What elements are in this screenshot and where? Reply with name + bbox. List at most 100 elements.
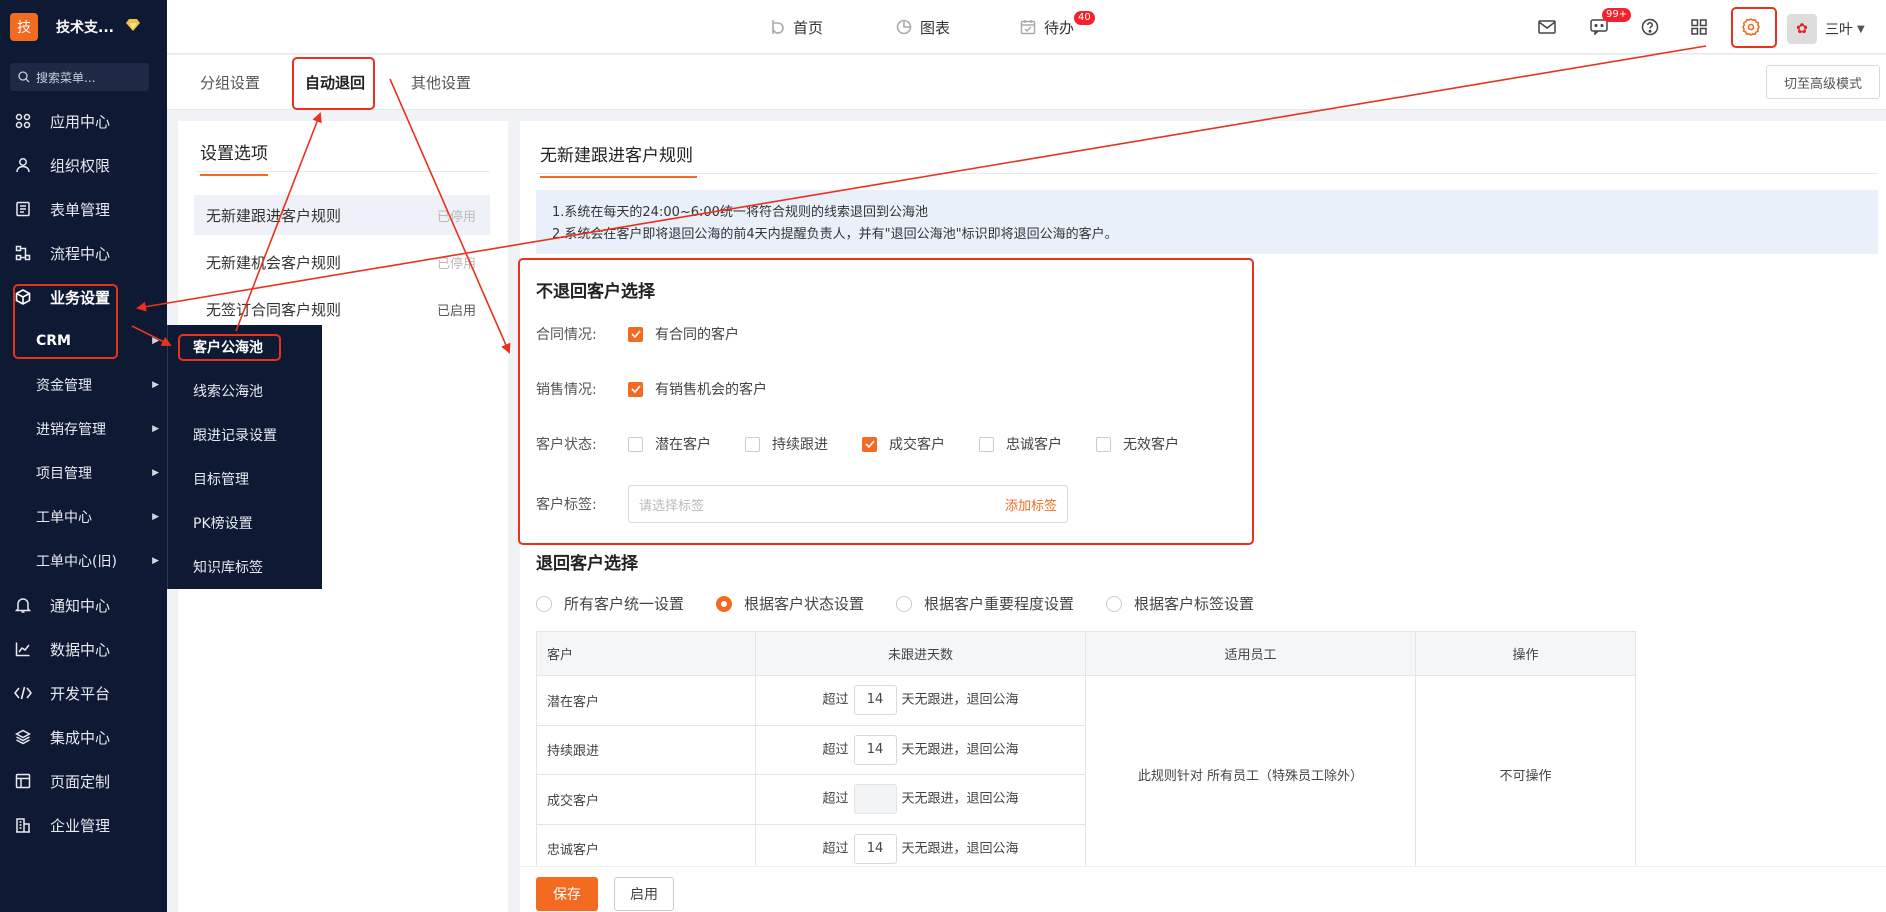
prefix-text: 超过 [822,742,849,758]
sidebar-item-business-settings[interactable]: 业务设置 [0,275,167,319]
tag-select-input[interactable]: 请选择标签 添加标签 [628,485,1068,523]
radio-option[interactable]: 根据客户状态设置 [716,593,864,614]
sidebar-item-label: 开发平台 [50,684,111,703]
flyout-item-target-management[interactable]: 目标管理 [168,457,322,501]
sidebar-subitem-fund[interactable]: 资金管理 ▶ [0,363,167,407]
sidebar-item-enterprise[interactable]: 企业管理 [0,803,167,847]
radio-option[interactable]: 所有客户统一设置 [536,593,684,614]
sidebar-subitem-label: 工单中心(旧) [36,554,117,570]
sidebar-item-label: 组织权限 [50,156,111,175]
user-name: 三叶 [1825,22,1853,38]
rule-item[interactable]: 无新建跟进客户规则 已停用 [194,195,490,235]
caret-right-icon: ▶ [152,556,159,566]
topnav-todo[interactable]: 待办 40 [1020,0,1095,54]
suffix-text: 天无跟进，退回公海 [901,742,1019,758]
pie-chart-icon [896,19,912,35]
chat-badge: 99+ [1602,8,1632,22]
help-icon[interactable] [1637,14,1663,40]
status-checkbox[interactable]: 成交客户 [862,434,945,454]
add-tag-link[interactable]: 添加标签 [1005,495,1057,514]
home-icon [771,19,785,35]
sidebar-item-dev[interactable]: 开发平台 [0,671,167,715]
action-cell: 不可操作 [1415,675,1636,874]
advanced-mode-button[interactable]: 切至高级模式 [1766,65,1880,99]
rule-name: 无新建机会客户规则 [206,253,342,272]
days-input-disabled [853,784,897,815]
rule-status: 已启用 [436,303,476,319]
sidebar-item-integration[interactable]: 集成中心 [0,715,167,759]
status-checkbox[interactable]: 持续跟进 [745,434,828,454]
prefix-text: 超过 [822,692,849,708]
flyout-item-pk-board[interactable]: PK榜设置 [168,501,322,545]
menu-search-input[interactable]: 搜索菜单... [10,63,149,91]
flyout-item-lead-pool[interactable]: 线索公海池 [168,369,322,413]
checkbox-icon [628,436,643,452]
radio-label: 根据客户重要程度设置 [924,595,1075,613]
user-menu[interactable]: ✿ 三叶 ▼ [1787,14,1865,44]
layout-icon [14,772,32,790]
checkbox-icon [979,436,994,452]
sidebar-item-data[interactable]: 数据中心 [0,627,167,671]
sidebar-subitem-workorder[interactable]: 工单中心 ▶ [0,495,167,539]
option-label: 潜在客户 [655,437,711,453]
topnav-charts[interactable]: 图表 [896,0,950,54]
rule-item[interactable]: 无新建机会客户规则 已停用 [194,242,490,282]
sidebar-subitem-inventory[interactable]: 进销存管理 ▶ [0,407,167,451]
sidebar-subitem-project[interactable]: 项目管理 ▶ [0,451,167,495]
tab-other-settings[interactable]: 其他设置 [411,55,471,110]
radio-option[interactable]: 根据客户重要程度设置 [896,593,1074,614]
sidebar-item-label: 流程中心 [50,244,111,263]
settings-gear-icon[interactable] [1738,14,1764,40]
field-label: 合同情况: [536,327,597,343]
option-label: 无效客户 [1123,437,1179,453]
tab-auto-return[interactable]: 自动退回 [305,55,365,110]
rule-item[interactable]: 无签订合同客户规则 已启用 [194,289,490,329]
suffix-text: 天无跟进，退回公海 [901,692,1019,708]
status-checkbox[interactable]: 忠诚客户 [979,434,1062,454]
sidebar-item-org-permission[interactable]: 组织权限 [0,143,167,187]
sidebar-subitem-crm[interactable]: CRM ▶ [0,319,167,363]
sales-checkbox[interactable]: 有销售机会的客户 [628,379,767,399]
notice-line: 2.系统会在客户即将退回公海的前4天内提醒负责人，并有"退回公海池"标识即将退回… [552,227,1118,242]
grid-icon[interactable] [1686,14,1712,40]
contract-checkbox[interactable]: 有合同的客户 [628,324,739,344]
tab-group-settings[interactable]: 分组设置 [200,55,260,110]
sidebar-item-form-management[interactable]: 表单管理 [0,187,167,231]
flyout-item-customer-pool[interactable]: 客户公海池 [168,325,322,369]
status-checkbox[interactable]: 无效客户 [1096,434,1179,454]
radio-label: 所有客户统一设置 [564,595,685,613]
section-title-return: 退回客户选择 [536,554,638,574]
option-label: 有销售机会的客户 [655,382,767,398]
sidebar-item-page-custom[interactable]: 页面定制 [0,759,167,803]
sidebar-item-label: 数据中心 [50,640,111,659]
sidebar-item-notify[interactable]: 通知中心 [0,583,167,627]
status-checkbox[interactable]: 潜在客户 [628,434,711,454]
mail-icon[interactable] [1534,14,1560,40]
flyout-item-knowledge-tags[interactable]: 知识库标签 [168,545,322,589]
sidebar-item-app-center[interactable]: 应用中心 [0,99,167,143]
radio-option[interactable]: 根据客户标签设置 [1106,593,1254,614]
chart-icon [14,640,32,658]
divider [536,173,1878,174]
layers-icon [14,728,32,746]
save-button[interactable]: 保存 [536,877,598,911]
days-input[interactable]: 14 [853,833,897,864]
days-input[interactable]: 14 [853,734,897,765]
sidebar-item-flow-center[interactable]: 流程中心 [0,231,167,275]
sidebar-item-label: 业务设置 [50,288,111,307]
table-row: 潜在客户 超过 14 天无跟进，退回公海 此规则针对 所有员工（特殊员工除外） 不可… [536,675,1636,874]
customer-cell: 持续跟进 [536,724,756,775]
customer-cell: 潜在客户 [536,675,756,726]
rule-name: 无新建跟进客户规则 [206,206,342,225]
diamond-icon [125,19,140,35]
field-label: 客户状态: [536,437,597,453]
brand[interactable]: 技 技术支... [0,0,167,54]
days-input[interactable]: 14 [853,685,897,716]
sidebar-subitem-workorder-old[interactable]: 工单中心(旧) ▶ [0,539,167,583]
flyout-item-followup-settings[interactable]: 跟进记录设置 [168,413,322,457]
caret-right-icon: ▶ [152,380,159,390]
enable-button[interactable]: 启用 [614,877,674,911]
topnav-home[interactable]: 首页 [771,0,823,54]
chat-icon[interactable]: 99+ [1586,8,1632,40]
topnav-home-label: 首页 [793,18,824,37]
